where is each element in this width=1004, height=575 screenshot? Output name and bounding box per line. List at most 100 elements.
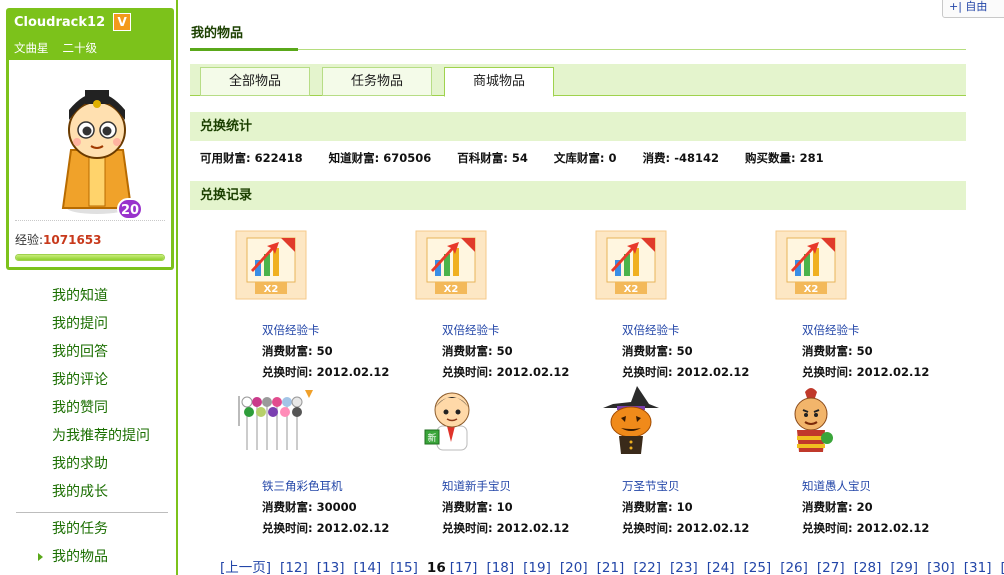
record-item-time: 兑换时间: 2012.02.12 (622, 520, 749, 536)
pager-page[interactable]: [31] (964, 560, 992, 575)
record-item-time: 兑换时间: 2012.02.12 (262, 520, 389, 536)
nav-item-my-growth[interactable]: 我的成长 (16, 478, 168, 506)
pager-page[interactable]: [13] (317, 560, 345, 575)
rank-line: 文曲星 二十级 (14, 40, 166, 56)
record-item-name[interactable]: 双倍经验卡 (262, 322, 320, 338)
record-item-name[interactable]: 双倍经验卡 (622, 322, 680, 338)
pager-page[interactable]: [29] (890, 560, 918, 575)
time-label: 兑换时间: (262, 365, 313, 379)
earphones-graphic (238, 390, 313, 450)
pager-next[interactable]: [下 (1001, 560, 1004, 575)
pager-page[interactable]: [20] (560, 560, 588, 575)
nav-item-my-zhidao[interactable]: 我的知道 (16, 282, 168, 310)
nav-item-my-tasks[interactable]: 我的任务 (16, 515, 168, 543)
pager-prev[interactable]: [上一页] (220, 560, 271, 575)
double-exp-card-graphic: X2 (415, 230, 487, 300)
record-item-name[interactable]: 双倍经验卡 (802, 322, 860, 338)
record-item-name[interactable]: 双倍经验卡 (442, 322, 500, 338)
pager-page[interactable]: [24] (707, 560, 735, 575)
page-title-bar: 我的物品 (190, 22, 966, 51)
record-item: X2 双倍经验卡 消费财富: 50 兑换时间: 2012.02.12 (407, 230, 577, 380)
record-item-name[interactable]: 铁三角彩色耳机 (262, 478, 343, 494)
double-exp-card-icon[interactable]: X2 (235, 230, 323, 310)
nav-item-my-items[interactable]: 我的物品 (16, 543, 168, 571)
pager-page[interactable]: [19] (523, 560, 551, 575)
cost-label: 消费财富: (802, 500, 853, 514)
pager-page[interactable]: [25] (743, 560, 771, 575)
pager-page[interactable]: [12] (280, 560, 308, 575)
record-item: X2 双倍经验卡 消费财富: 50 兑换时间: 2012.02.12 (767, 230, 937, 380)
time-value: 2012.02.12 (496, 521, 570, 535)
stat-purchases: 购买数量: 281 (745, 150, 824, 166)
time-label: 兑换时间: (802, 521, 853, 535)
cost-value: 20 (856, 500, 873, 514)
pager-page[interactable]: [18] (486, 560, 514, 575)
tab-mall-items[interactable]: 商城物品 (444, 67, 554, 97)
record-item-time: 兑换时间: 2012.02.12 (262, 364, 389, 380)
stat-label: 消费: (642, 151, 671, 165)
stat-value: -48142 (674, 151, 719, 165)
nav-item-recommended[interactable]: 为我推荐的提问 (16, 422, 168, 450)
stat-value: 622418 (254, 151, 303, 165)
profile-card: Cloudrack12 V 文曲星 二十级 20 经验:1071653 (6, 8, 174, 270)
username[interactable]: Cloudrack12 (14, 15, 105, 30)
stat-spent: 消费: -48142 (643, 150, 719, 166)
corner-widget[interactable]: +| 自由 (942, 0, 1004, 18)
time-value: 2012.02.12 (496, 365, 570, 379)
pager-page[interactable]: [27] (817, 560, 845, 575)
tab-all-items[interactable]: 全部物品 (200, 67, 310, 96)
stat-label: 知道财富: (328, 151, 380, 165)
time-value: 2012.02.12 (316, 521, 390, 535)
cost-label: 消费财富: (262, 500, 313, 514)
pager-page[interactable]: [26] (780, 560, 808, 575)
pager-page[interactable]: [17] (450, 560, 478, 575)
record-item-name[interactable]: 知道新手宝贝 (442, 478, 511, 494)
pager-page[interactable]: [15] (390, 560, 418, 575)
double-exp-card-icon[interactable]: X2 (775, 230, 863, 310)
pagination: [上一页] [12] [13] [14] [15] 16 [17] [18] [19] [20] [… (220, 556, 1004, 575)
record-item-name[interactable]: 知道愚人宝贝 (802, 478, 871, 494)
record-item-time: 兑换时间: 2012.02.12 (442, 364, 569, 380)
pager-page[interactable]: [30] (927, 560, 955, 575)
cost-label: 消费财富: (622, 500, 673, 514)
stat-value: 670506 (383, 151, 432, 165)
stat-label: 购买数量: (744, 151, 796, 165)
time-label: 兑换时间: (262, 521, 313, 535)
cost-label: 消费财富: (442, 500, 493, 514)
record-item-cost: 消费财富: 10 (622, 499, 693, 515)
pager-page[interactable]: [21] (597, 560, 625, 575)
stat-zhidao: 知道财富: 670506 (329, 150, 432, 166)
newbie-mascot-icon[interactable]: 新 (415, 386, 503, 466)
tab-task-items[interactable]: 任务物品 (322, 67, 432, 96)
time-label: 兑换时间: (442, 365, 493, 379)
nav-item-my-help[interactable]: 我的求助 (16, 450, 168, 478)
nav-item-my-questions[interactable]: 我的提问 (16, 310, 168, 338)
stat-available: 可用财富: 622418 (200, 150, 303, 166)
nav-item-my-comments[interactable]: 我的评论 (16, 366, 168, 394)
vip-badge-icon[interactable]: V (113, 13, 132, 31)
nav-item-my-answers[interactable]: 我的回答 (16, 338, 168, 366)
pager-page[interactable]: [14] (353, 560, 381, 575)
record-item-cost: 消费财富: 30000 (262, 499, 357, 515)
stat-value: 281 (799, 151, 824, 165)
record-item: 万圣节宝贝 消费财富: 10 兑换时间: 2012.02.12 (587, 386, 757, 536)
pager-page[interactable]: [23] (670, 560, 698, 575)
stat-label: 可用财富: (200, 151, 251, 165)
time-label: 兑换时间: (802, 365, 853, 379)
double-exp-card-graphic: X2 (595, 230, 667, 300)
pager-page[interactable]: [22] (633, 560, 661, 575)
record-item-name[interactable]: 万圣节宝贝 (622, 478, 680, 494)
nav-item-my-likes[interactable]: 我的赞同 (16, 394, 168, 422)
avatar[interactable]: 20 (51, 80, 143, 220)
pager-page[interactable]: [28] (854, 560, 882, 575)
double-exp-card-icon[interactable]: X2 (595, 230, 683, 310)
record-item-time: 兑换时间: 2012.02.12 (622, 364, 749, 380)
cost-value: 50 (856, 344, 873, 358)
time-value: 2012.02.12 (856, 521, 930, 535)
exp-progress-bar (15, 254, 165, 261)
svg-text:X2: X2 (264, 284, 279, 295)
earphones-icon[interactable] (235, 386, 323, 466)
double-exp-card-icon[interactable]: X2 (415, 230, 503, 310)
fool-mascot-icon[interactable] (775, 386, 863, 466)
halloween-pumpkin-icon[interactable] (595, 386, 683, 466)
